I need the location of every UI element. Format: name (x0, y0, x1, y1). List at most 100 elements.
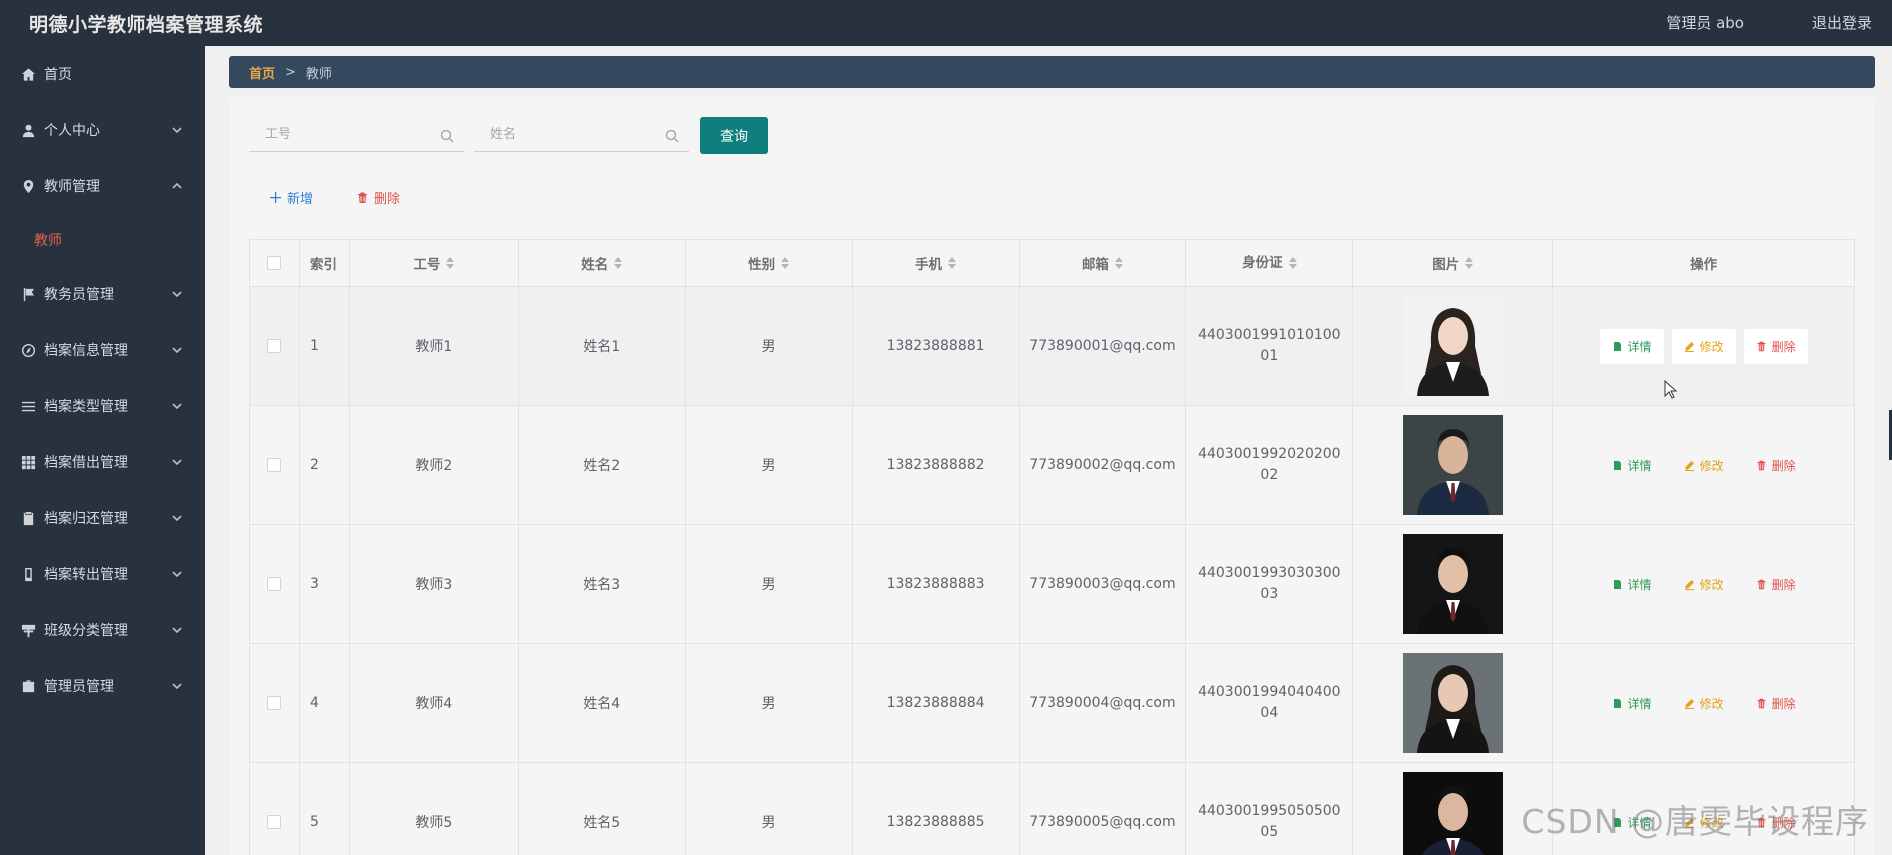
sidebar-item-home[interactable]: 首页 (0, 46, 205, 102)
sort-icon[interactable] (446, 257, 455, 269)
row-checkbox[interactable] (267, 458, 282, 472)
teacher-photo[interactable] (1402, 296, 1503, 396)
cell-sex: 男 (685, 287, 853, 406)
breadcrumb-current: 教师 (305, 66, 332, 82)
batch-delete-button[interactable]: 删除 (356, 185, 400, 209)
breadcrumb-home[interactable]: 首页 (249, 63, 275, 82)
gonghao-search-input[interactable] (249, 118, 464, 151)
table-row[interactable]: 1 教师1 姓名1 男 13823888881 773890001@qq.com… (250, 287, 1855, 406)
header-email[interactable]: 邮箱 (1019, 240, 1187, 287)
sort-icon[interactable] (1465, 257, 1474, 269)
sidebar-item-teacher-management[interactable]: 教师管理 (0, 158, 205, 214)
trash-icon (1757, 579, 1766, 589)
trash-icon (1757, 460, 1766, 470)
add-button[interactable]: 新增 (269, 185, 313, 209)
sidebar-item-class-category[interactable]: 班级分类管理 (0, 602, 205, 658)
table-row[interactable]: 2 教师2 姓名2 男 13823888882 773890002@qq.com… (250, 406, 1855, 525)
chevron-down-icon (171, 568, 183, 580)
select-all-checkbox[interactable] (267, 256, 282, 270)
detail-button[interactable]: 详情 (1600, 567, 1664, 602)
row-checkbox[interactable] (267, 696, 282, 710)
user-icon (20, 122, 36, 138)
edit-button[interactable]: 修改 (1671, 328, 1736, 364)
sidebar-item-archive-transfer[interactable]: 档案转出管理 (0, 546, 205, 602)
table-header-row: 索引 工号 姓名 性别 手机 邮箱 身份证 图片 操作 (250, 240, 1855, 287)
logout-link[interactable]: 退出登录 (1812, 12, 1872, 33)
teacher-photo[interactable] (1402, 653, 1503, 753)
cell-email: 773890002@qq.com (1019, 406, 1187, 525)
row-checkbox[interactable] (267, 815, 282, 829)
cell-phone: 13823888881 (852, 287, 1020, 406)
sidebar-item-label: 个人中心 (44, 123, 100, 139)
detail-button-label: 详情 (1627, 339, 1652, 354)
cell-index: 3 (299, 525, 350, 644)
sidebar-item-admin-management[interactable]: 管理员管理 (0, 658, 205, 714)
list-icon (20, 398, 36, 414)
sidebar-subitem-teacher[interactable]: 教师 (0, 214, 205, 266)
chevron-down-icon (171, 456, 183, 468)
top-header: 明德小学教师档案管理系统 管理员 abo 退出登录 (0, 0, 1892, 46)
teacher-photo[interactable] (1402, 772, 1503, 855)
sign-icon (20, 622, 36, 638)
query-button[interactable]: 查询 (700, 117, 768, 154)
table-row[interactable]: 3 教师3 姓名3 男 13823888883 773890003@qq.com… (250, 525, 1855, 644)
sidebar-item-label: 管理员管理 (44, 679, 114, 695)
detail-button[interactable]: 详情 (1600, 686, 1664, 721)
sort-icon[interactable] (1114, 257, 1123, 269)
header-name[interactable]: 姓名 (518, 240, 686, 287)
sidebar-item-archive-type[interactable]: 档案类型管理 (0, 378, 205, 434)
delete-button-label: 删除 (1771, 696, 1796, 711)
chevron-up-icon (171, 180, 183, 192)
cell-email: 773890004@qq.com (1019, 644, 1187, 763)
edit-button-label: 修改 (1699, 339, 1724, 354)
edit-button[interactable]: 修改 (1672, 686, 1736, 721)
sort-icon[interactable] (1288, 257, 1297, 269)
row-checkbox[interactable] (267, 577, 282, 591)
teacher-photo[interactable] (1402, 415, 1503, 515)
table-row[interactable]: 4 教师4 姓名4 男 13823888884 773890004@qq.com… (250, 644, 1855, 763)
edit-button[interactable]: 修改 (1672, 448, 1736, 483)
sidebar-item-archive-info[interactable]: 档案信息管理 (0, 322, 205, 378)
sidebar-item-label: 档案信息管理 (44, 343, 128, 359)
delete-button[interactable]: 删除 (1744, 448, 1808, 483)
sidebar-item-personal-center[interactable]: 个人中心 (0, 102, 205, 158)
header-sex[interactable]: 性别 (685, 240, 853, 287)
delete-button[interactable]: 删除 (1744, 686, 1808, 721)
teacher-photo[interactable] (1402, 534, 1503, 634)
sort-icon[interactable] (781, 257, 790, 269)
edit-button[interactable]: 修改 (1672, 567, 1736, 602)
detail-button[interactable]: 详情 (1599, 328, 1664, 364)
name-search-field (474, 118, 689, 152)
sidebar-item-archive-return[interactable]: 档案归还管理 (0, 490, 205, 546)
pencil-icon (1684, 341, 1694, 352)
delete-button[interactable]: 删除 (1744, 567, 1808, 602)
header-phone[interactable]: 手机 (852, 240, 1020, 287)
search-icon (440, 128, 454, 143)
sidebar-item-label: 档案转出管理 (44, 567, 128, 583)
header-idcard[interactable]: 身份证 (1186, 240, 1354, 287)
sidebar: 首页 个人中心 教师管理 教师 教务员管理 档案信息管理 档案类型管理 档案借出… (0, 46, 205, 855)
cell-name: 姓名1 (518, 287, 686, 406)
sidebar-item-academic-staff[interactable]: 教务员管理 (0, 266, 205, 322)
row-checkbox[interactable] (267, 339, 282, 353)
detail-button-label: 详情 (1627, 577, 1652, 592)
sort-icon[interactable] (948, 257, 957, 269)
cell-name: 姓名2 (518, 406, 686, 525)
detail-button-label: 详情 (1627, 458, 1652, 473)
sidebar-item-archive-lend[interactable]: 档案借出管理 (0, 434, 205, 490)
pencil-icon (1684, 579, 1694, 590)
document-icon (1613, 460, 1621, 470)
detail-button[interactable]: 详情 (1600, 448, 1664, 483)
cell-gonghao: 教师1 (349, 287, 519, 406)
header-index: 索引 (299, 240, 350, 287)
delete-button[interactable]: 删除 (1743, 328, 1808, 364)
main-panel: 查询 新增 删除 索引 工号 姓名 性别 手机 邮箱 身份证 图片 操作 1 教… (229, 97, 1875, 855)
header-photo[interactable]: 图片 (1353, 240, 1554, 287)
sidebar-item-label: 教师管理 (44, 179, 100, 195)
sort-icon[interactable] (614, 257, 623, 269)
header-gonghao[interactable]: 工号 (349, 240, 519, 287)
clipboard-icon (20, 510, 36, 526)
teacher-table: 索引 工号 姓名 性别 手机 邮箱 身份证 图片 操作 1 教师1 姓名1 男 … (249, 239, 1855, 855)
name-search-input[interactable] (474, 118, 689, 151)
cell-idcard: 440300199101010001 (1186, 287, 1354, 406)
